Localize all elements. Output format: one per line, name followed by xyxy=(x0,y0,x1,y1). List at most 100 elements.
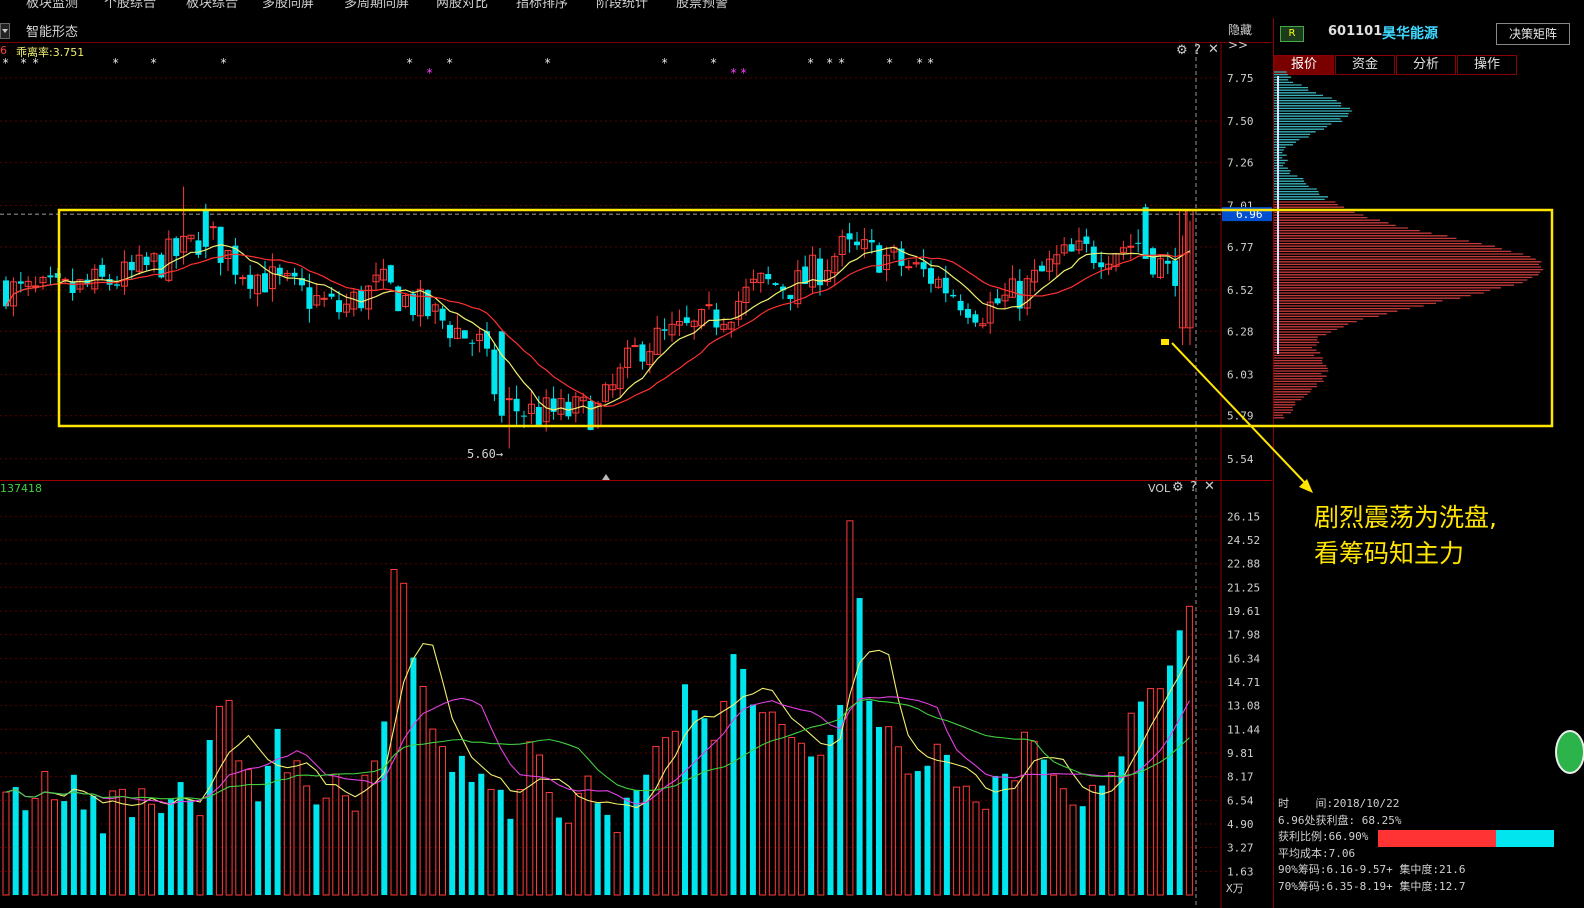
candle-body-down xyxy=(928,268,934,284)
current-price-label: 6.96 xyxy=(1236,208,1263,221)
menu-item[interactable]: 两股对比 xyxy=(436,0,488,11)
decision-matrix-button[interactable]: 决策矩阵 xyxy=(1496,23,1570,45)
volume-bar-down xyxy=(856,598,863,895)
candle-body-down xyxy=(247,274,254,289)
volume-bar-down xyxy=(691,710,698,895)
volume-bar-up xyxy=(439,746,446,896)
candle-body-down xyxy=(358,289,365,309)
candle-body-down xyxy=(54,273,61,278)
volume-tick-label: 11.44 xyxy=(1227,723,1260,736)
candle-body-down xyxy=(639,344,646,362)
volume-bar-down xyxy=(682,684,688,895)
candle-body-down xyxy=(950,294,957,297)
candle-body-down xyxy=(491,349,498,395)
signal-star-marker: * xyxy=(32,56,39,70)
volume-tick-label: 1.63 xyxy=(1227,865,1254,878)
volume-bar-down xyxy=(497,789,504,895)
candle-body-down xyxy=(772,283,779,285)
chip-info-line: 平均成本:7.06 xyxy=(1278,846,1356,860)
menu-item[interactable]: 个股综合 xyxy=(104,0,156,11)
signal-star-marker: * xyxy=(220,56,227,70)
signal-star-marker: * xyxy=(740,66,747,80)
signal-star-marker: * xyxy=(406,56,413,70)
volume-bar-up xyxy=(235,760,243,896)
scroll-marker xyxy=(602,474,610,480)
volume-bar-down xyxy=(80,809,87,895)
volume-chart-panel[interactable]: 137418 VOL ⚙ ? ✕ 26.15 24.52 22.88 21.25 19.… xyxy=(0,479,1272,908)
volume-bar-down xyxy=(449,771,456,895)
volume-bar-up xyxy=(148,803,155,896)
volume-bar-up xyxy=(283,772,291,896)
candle-body-down xyxy=(868,239,875,243)
volume-bar-up xyxy=(1088,784,1096,896)
candlestick-chart[interactable]: 7.757.507.267.016.776.526.286.035.795.54… xyxy=(0,43,1272,480)
top-menu: 板块监测 个股综合 板块综合 多股同屏 多周期同屏 两股对比 指标排序 阶段统计 股票预警 xyxy=(0,0,1584,12)
signal-star-marker: * xyxy=(446,56,453,70)
menu-item[interactable]: 指标排序 xyxy=(516,0,568,11)
candle-body-down xyxy=(683,317,690,324)
volume-bar-down xyxy=(381,721,388,895)
volume-bar-down xyxy=(1167,665,1173,895)
candle-body-down xyxy=(1090,246,1097,264)
volume-tick-label: 17.98 xyxy=(1227,629,1260,642)
menu-item[interactable]: 阶段统计 xyxy=(596,0,648,11)
candle-body-down xyxy=(994,298,1001,304)
signal-star-marker: * xyxy=(544,56,551,70)
volume-bar-up xyxy=(584,775,592,896)
price-tick-label: 7.75 xyxy=(1227,72,1254,85)
volume-bar-down xyxy=(914,771,921,895)
volume-bar-up xyxy=(390,568,398,896)
volume-bar-up xyxy=(759,712,767,896)
candle-body-down xyxy=(99,264,106,277)
menu-item[interactable]: 多周期同屏 xyxy=(344,0,409,11)
chip-info-line: 70%筹码:6.35-8.19+ 集中度:12.7 xyxy=(1278,879,1466,893)
candle-body-down xyxy=(1098,262,1105,268)
menu-item[interactable]: 板块监测 xyxy=(26,0,78,11)
dropdown-arrow-icon[interactable] xyxy=(0,23,10,39)
volume-bar-up xyxy=(1069,804,1077,896)
candle-body-down xyxy=(128,261,135,271)
candle-body-down xyxy=(1039,265,1045,272)
volume-bar-down xyxy=(604,814,611,895)
price-tick-label: 6.03 xyxy=(1227,368,1254,381)
volume-bar-down xyxy=(866,700,873,895)
menu-item[interactable]: 板块综合 xyxy=(186,0,238,11)
volume-bar-down xyxy=(313,804,320,895)
signal-star-marker: * xyxy=(710,56,717,70)
candle-body-down xyxy=(461,330,468,339)
candle-body-down xyxy=(202,208,209,247)
volume-bar-up xyxy=(574,792,582,896)
menu-item[interactable]: 股票预警 xyxy=(676,0,728,11)
volume-bar-down xyxy=(100,833,106,895)
volume-bar-up xyxy=(487,788,495,896)
volume-chart[interactable]: 26.15 24.52 22.88 21.25 19.61 17.98 16.34 14.71… xyxy=(0,481,1272,908)
signal-star-marker: * xyxy=(2,56,9,70)
volume-bar-down xyxy=(992,775,999,895)
indicator-tab-bar: 智能形态 隐藏>> xyxy=(0,18,1272,52)
volume-bar-up xyxy=(303,785,311,896)
candle-body-down xyxy=(854,241,860,246)
tab-smart-pattern[interactable]: 智能形态 xyxy=(26,21,78,40)
volume-bar-up xyxy=(1156,688,1164,896)
volume-bar-up xyxy=(361,774,369,896)
volume-bar-down xyxy=(61,801,68,895)
volume-bar-up xyxy=(342,795,349,896)
candle-body-up xyxy=(631,345,639,348)
volume-tick-label: 19.61 xyxy=(1227,605,1260,618)
volume-bar-down xyxy=(555,817,562,895)
signal-star-marker: * xyxy=(826,56,833,70)
volume-bar-down xyxy=(701,718,708,895)
price-chart-panel[interactable]: 6 乖离率:3.751 ⚙ ? ✕ 7.75 7.50 7.26 7.01 6.77 6.… xyxy=(0,42,1272,481)
candle-body-down xyxy=(143,256,150,266)
volume-tick-label: 4.90 xyxy=(1227,818,1254,831)
menu-item[interactable]: 多股同屏 xyxy=(262,0,314,11)
signal-star-marker: * xyxy=(661,56,668,70)
float-button[interactable] xyxy=(1555,730,1584,774)
candle-body-down xyxy=(513,398,520,412)
candle-body-down xyxy=(47,275,54,278)
chip-info-line: 90%筹码:6.16-9.57+ 集中度:21.6 xyxy=(1278,863,1466,876)
volume-tick-label: 3.27 xyxy=(1227,842,1254,855)
candle-body-down xyxy=(1164,260,1171,264)
volume-bar-up xyxy=(1021,731,1028,896)
signal-star-marker: * xyxy=(112,56,119,70)
